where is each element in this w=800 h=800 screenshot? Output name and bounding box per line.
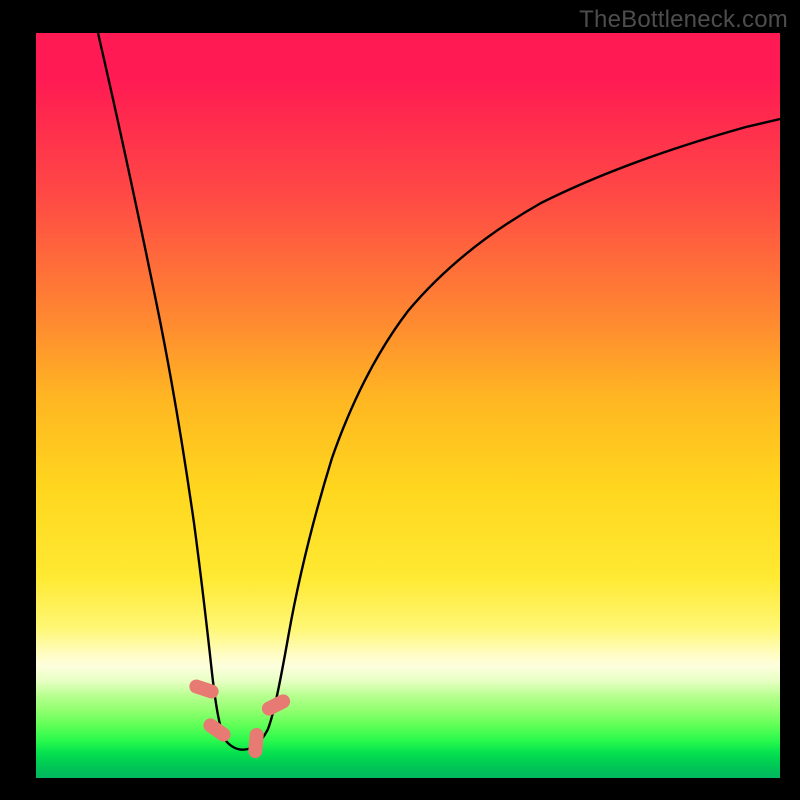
plot-area <box>36 33 780 778</box>
marker-d <box>259 692 292 718</box>
marker-b <box>201 716 234 745</box>
frame: TheBottleneck.com <box>0 0 800 800</box>
bottleneck-curve <box>98 33 780 750</box>
marker-a <box>188 678 221 701</box>
curve-markers <box>188 678 293 759</box>
chart-svg <box>36 33 780 778</box>
watermark-label: TheBottleneck.com <box>579 6 788 34</box>
marker-c <box>248 727 265 758</box>
